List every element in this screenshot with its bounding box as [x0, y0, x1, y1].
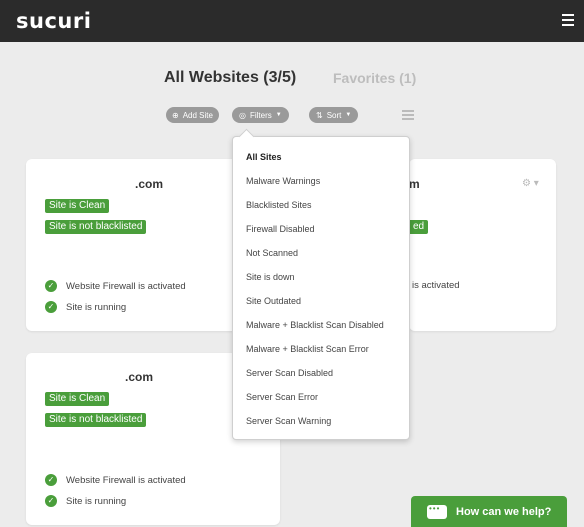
status-row: ✓ Site is running	[45, 301, 126, 313]
site-domain[interactable]: m	[409, 177, 420, 191]
help-chat-button[interactable]: How can we help?	[411, 496, 567, 527]
hamburger-icon[interactable]	[562, 14, 574, 26]
filters-button[interactable]: ◎ Filters ▼	[232, 107, 289, 123]
status-badge: Site is Clean	[45, 392, 110, 406]
tab-favorites[interactable]: Favorites (1)	[333, 70, 416, 86]
plus-circle-icon: ⊕	[172, 110, 179, 120]
sort-button[interactable]: ⇅ Sort ▼	[309, 107, 359, 123]
status-row: is activated	[412, 280, 460, 291]
site-domain[interactable]: .com	[125, 370, 153, 384]
status-text: Website Firewall is activated	[66, 474, 186, 486]
list-view-icon[interactable]	[402, 110, 414, 120]
filter-option-firewall-disabled[interactable]: Firewall Disabled	[246, 224, 315, 234]
chevron-down-icon: ▼	[345, 112, 352, 118]
status-text: Site is running	[66, 495, 127, 507]
filter-option-scan-disabled[interactable]: Malware + Blacklist Scan Disabled	[246, 320, 384, 330]
sort-icon: ⇅	[316, 110, 323, 120]
status-badge: ed	[409, 220, 429, 234]
filter-option-malware-warnings[interactable]: Malware Warnings	[246, 176, 320, 186]
filter-option-site-outdated[interactable]: Site Outdated	[246, 296, 301, 306]
status-badge: Site is not blacklisted	[45, 220, 147, 234]
filter-option-server-scan-warning[interactable]: Server Scan Warning	[246, 416, 331, 426]
filters-label: Filters	[249, 110, 272, 120]
top-bar: sucuri	[0, 0, 584, 42]
status-text: is activated	[412, 280, 460, 291]
gear-icon[interactable]: ⚙ ▾	[522, 178, 539, 189]
add-site-label: Add Site	[182, 110, 213, 120]
check-circle-icon: ✓	[45, 280, 57, 292]
status-row: ✓ Site is running	[45, 495, 126, 507]
filter-option-all-sites[interactable]: All Sites	[246, 152, 282, 162]
filter-option-blacklisted-sites[interactable]: Blacklisted Sites	[246, 200, 312, 210]
filter-option-not-scanned[interactable]: Not Scanned	[246, 248, 298, 258]
help-label: How can we help?	[456, 505, 552, 518]
add-site-button[interactable]: ⊕ Add Site	[166, 107, 219, 123]
filter-option-server-scan-error[interactable]: Server Scan Error	[246, 392, 318, 402]
check-circle-icon: ✓	[45, 474, 57, 486]
sort-label: Sort	[326, 110, 342, 120]
site-domain[interactable]: .com	[135, 177, 163, 191]
status-text: Website Firewall is activated	[66, 280, 186, 292]
tab-all-websites[interactable]: All Websites (3/5)	[164, 69, 296, 87]
status-text: Site is running	[66, 301, 127, 313]
chevron-down-icon: ▼	[275, 112, 282, 118]
status-badge: Site is Clean	[45, 199, 110, 213]
chat-icon	[427, 504, 447, 519]
sucuri-logo[interactable]: sucuri	[16, 9, 91, 33]
status-badge: Site is not blacklisted	[45, 413, 147, 427]
filter-option-server-scan-disabled[interactable]: Server Scan Disabled	[246, 368, 333, 378]
eye-slash-icon: ◎	[239, 110, 246, 120]
filter-option-site-down[interactable]: Site is down	[246, 272, 295, 282]
status-row: ✓ Website Firewall is activated	[45, 280, 186, 292]
status-row: ✓ Website Firewall is activated	[45, 474, 186, 486]
site-card[interactable]: m ⚙ ▾ ed is activated	[409, 159, 556, 331]
check-circle-icon: ✓	[45, 495, 57, 507]
filter-option-scan-error[interactable]: Malware + Blacklist Scan Error	[246, 344, 369, 354]
check-circle-icon: ✓	[45, 301, 57, 313]
filters-dropdown: All Sites Malware Warnings Blacklisted S…	[232, 136, 410, 440]
